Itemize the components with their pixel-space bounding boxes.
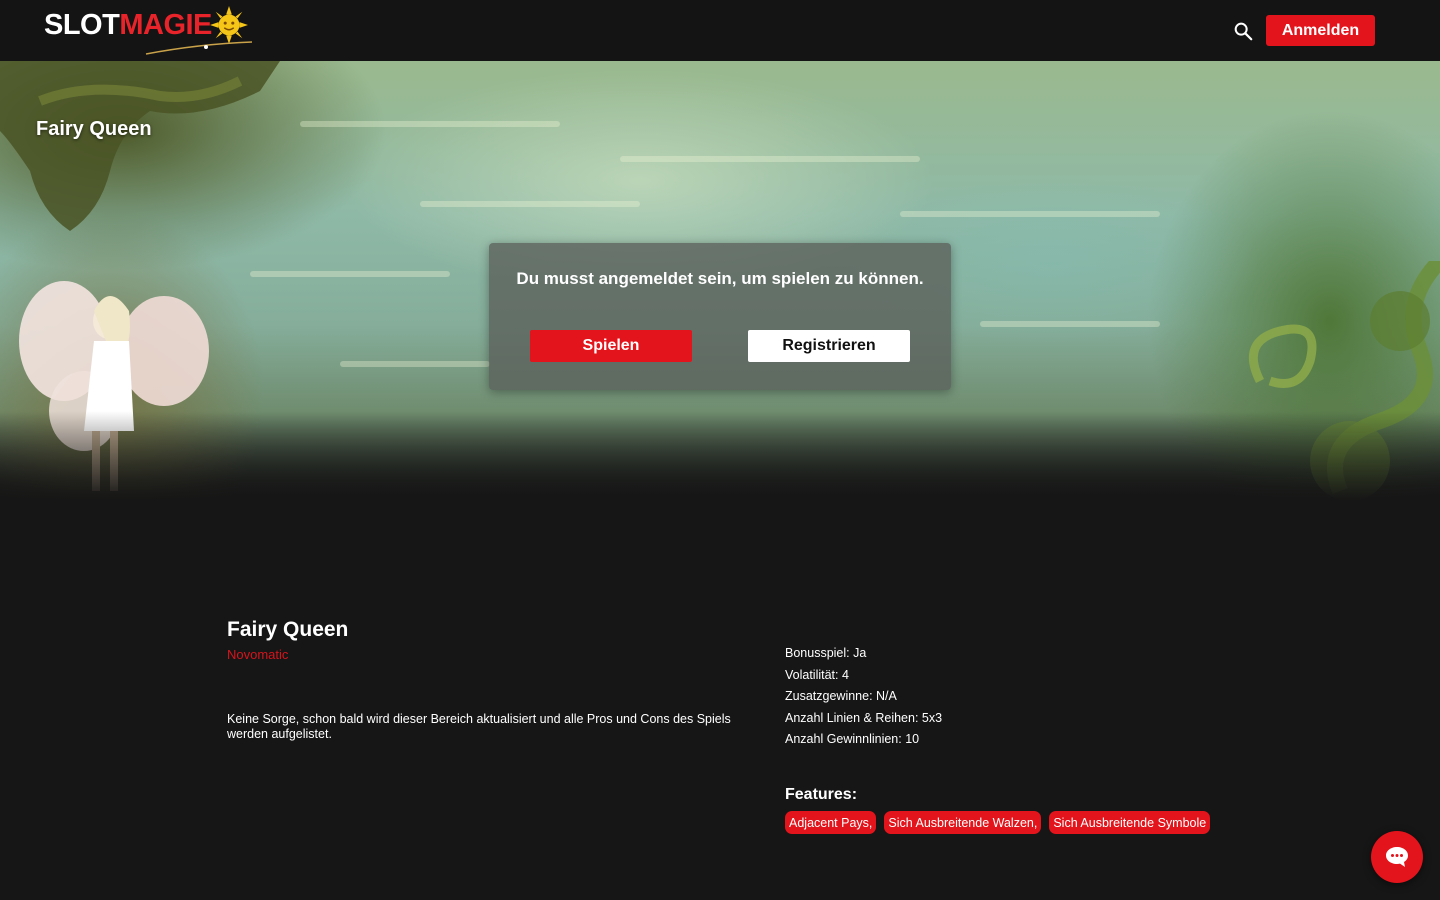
live-chat-button[interactable] bbox=[1371, 831, 1423, 883]
login-required-message: Du musst angemeldet sein, um spielen zu … bbox=[516, 269, 924, 288]
top-navigation-bar: SLOTMAGIE Anmelden bbox=[0, 0, 1440, 61]
login-required-dialog: Du musst angemeldet sein, um spielen zu … bbox=[489, 243, 951, 390]
game-specs-list: Bonusspiel: Ja Volatilität: 4 Zusatzgewi… bbox=[785, 643, 942, 751]
features-heading: Features: bbox=[785, 786, 858, 803]
provider-link[interactable]: Novomatic bbox=[227, 647, 288, 662]
register-button[interactable]: Registrieren bbox=[748, 330, 910, 362]
logo-swoosh bbox=[145, 41, 253, 55]
feature-tag-expanding-reels[interactable]: Sich Ausbreitende Walzen, bbox=[884, 811, 1042, 834]
spec-lines-rows: Anzahl Linien & Reihen: 5x3 bbox=[785, 710, 943, 725]
feature-tag-adjacent-pays[interactable]: Adjacent Pays, bbox=[785, 811, 877, 834]
sun-icon bbox=[210, 6, 248, 44]
slotmagie-logo[interactable]: SLOTMAGIE bbox=[44, 4, 254, 58]
logo-wordmark: SLOTMAGIE bbox=[44, 9, 212, 41]
hero-game-title: Fairy Queen bbox=[36, 118, 152, 140]
spec-paylines: Anzahl Gewinnlinien: 10 bbox=[785, 732, 920, 746]
fairy-image bbox=[19, 281, 209, 491]
spec-bonus-game: Bonusspiel: Ja bbox=[785, 646, 867, 660]
chat-bubble-icon bbox=[1386, 847, 1408, 867]
game-description: Keine Sorge, schon bald wird dieser Bere… bbox=[227, 712, 731, 741]
play-button[interactable]: Spielen bbox=[530, 330, 692, 362]
game-hero-banner: Fairy Queen Du musst angemeldet sein, um… bbox=[0, 61, 1440, 501]
feature-tag-expanding-symbols[interactable]: Sich Ausbreitende Symbole bbox=[1049, 811, 1211, 834]
game-title: Fairy Queen bbox=[227, 618, 349, 641]
spec-extra-wins: Zusatzgewinne: N/A bbox=[785, 689, 897, 703]
vines-image bbox=[1248, 261, 1440, 501]
search-icon[interactable] bbox=[1232, 20, 1254, 42]
tree-branch-image bbox=[0, 61, 280, 231]
spec-volatility: Volatilität: 4 bbox=[785, 667, 849, 682]
login-button[interactable]: Anmelden bbox=[1266, 15, 1375, 46]
features-tag-list: Adjacent Pays, Sich Ausbreitende Walzen,… bbox=[785, 811, 1211, 834]
